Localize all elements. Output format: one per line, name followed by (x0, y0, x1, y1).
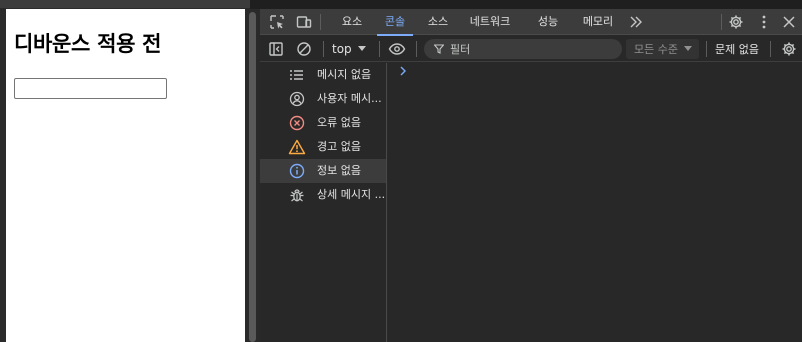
tab-elements[interactable]: 요소 (334, 9, 370, 35)
sidebar-item-messages[interactable]: 메시지 없음 (260, 63, 386, 87)
viewport-top-strip (0, 0, 250, 8)
inspect-element-icon[interactable] (268, 13, 286, 31)
console-toolbar: top 필터 모든 수준 문제 없음 (260, 36, 802, 62)
dropdown-arrow-icon (357, 46, 366, 51)
splitter-handle[interactable] (249, 12, 256, 342)
sidebar-item-info[interactable]: 정보 없음 (260, 159, 386, 183)
more-tabs-icon[interactable] (627, 13, 645, 31)
toolbar-divider (416, 41, 417, 57)
list-icon (288, 66, 306, 84)
sidebar-item-label: 사용자 메시... (317, 92, 382, 105)
info-icon (288, 162, 306, 180)
text-input[interactable] (14, 78, 167, 99)
issues-label: 문제 없음 (715, 43, 759, 56)
tabbar-divider (320, 14, 321, 30)
console-settings-gear-icon[interactable] (780, 40, 798, 58)
toolbar-divider (379, 41, 380, 57)
issues-button[interactable]: 문제 없음 (715, 39, 759, 59)
user-icon (288, 90, 306, 108)
devtools-panel: 요소 콘솔 소스 네트워크 성능 메모리 top 필터 모든 수준 문제 없음 … (260, 9, 802, 342)
tab-network[interactable]: 네트워크 (464, 9, 516, 35)
dropdown-arrow-icon (683, 46, 692, 51)
sidebar-item-label: 메시지 없음 (317, 68, 372, 81)
tab-console[interactable]: 콘솔 (377, 9, 413, 36)
sidebar-item-label: 상세 메시지 ... (317, 188, 386, 201)
inspected-page: 디바운스 적용 전 (6, 9, 245, 342)
sidebar-item-label: 정보 없음 (317, 164, 361, 177)
sidebar-item-errors[interactable]: 오류 없음 (260, 111, 386, 135)
close-icon[interactable] (780, 13, 798, 31)
sidebar-item-label: 오류 없음 (317, 116, 361, 129)
sidebar-item-verbose[interactable]: 상세 메시지 ... (260, 183, 386, 207)
filter-input[interactable]: 필터 (424, 39, 622, 59)
console-output[interactable] (388, 63, 802, 342)
page-heading: 디바운스 적용 전 (14, 32, 162, 56)
console-prompt-chevron-icon (400, 66, 406, 76)
error-icon (288, 114, 306, 132)
clear-console-icon[interactable] (295, 40, 313, 58)
toolbar-divider (770, 41, 771, 57)
console-sidebar: 메시지 없음 사용자 메시... 오류 없음 경고 없음 정보 없음 상세 메시… (260, 63, 387, 342)
customize-menu-icon[interactable] (755, 13, 773, 31)
sidebar-item-warnings[interactable]: 경고 없음 (260, 135, 386, 159)
bug-icon (288, 186, 306, 204)
tabbar-divider (721, 14, 722, 30)
toolbar-divider (323, 41, 324, 57)
context-label: top (332, 42, 352, 56)
tab-memory[interactable]: 메모리 (576, 9, 620, 35)
live-expression-eye-icon[interactable] (388, 40, 406, 58)
toggle-sidebar-icon[interactable] (267, 40, 285, 58)
filter-placeholder: 필터 (450, 43, 471, 56)
device-toolbar-icon[interactable] (295, 13, 313, 31)
filter-funnel-icon (434, 44, 444, 54)
page-viewport-frame: 디바운스 적용 전 (0, 0, 250, 342)
toolbar-divider (706, 41, 707, 57)
log-level-selector[interactable]: 모든 수준 (626, 39, 699, 59)
warning-icon (288, 138, 306, 156)
settings-gear-icon[interactable] (727, 13, 745, 31)
tab-performance[interactable]: 성능 (530, 9, 566, 35)
devtools-tabbar: 요소 콘솔 소스 네트워크 성능 메모리 (260, 9, 802, 36)
log-level-label: 모든 수준 (634, 43, 678, 56)
sidebar-item-user-messages[interactable]: 사용자 메시... (260, 87, 386, 111)
context-selector[interactable]: top (332, 40, 366, 58)
tab-sources[interactable]: 소스 (420, 9, 456, 35)
sidebar-item-label: 경고 없음 (317, 140, 361, 153)
